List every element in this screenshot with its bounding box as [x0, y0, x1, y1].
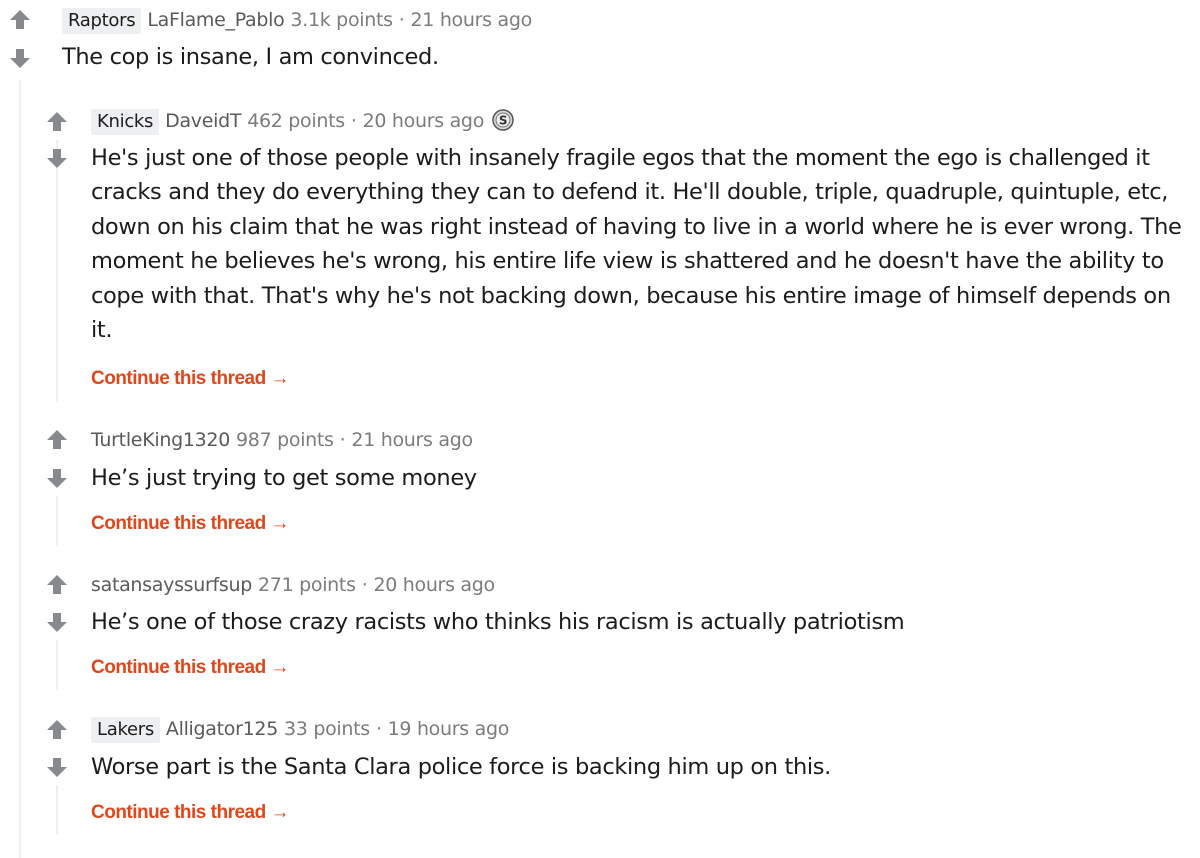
- points-count: 3.1k points: [290, 9, 393, 31]
- comment-meta: TurtleKing1320 987 points · 21 hours ago: [91, 426, 473, 454]
- continue-thread-link[interactable]: Continue this thread →: [91, 366, 290, 392]
- points-count: 987 points: [236, 429, 334, 451]
- timestamp[interactable]: 20 hours ago: [373, 574, 495, 596]
- comment-body: He’s one of those crazy racists who thin…: [91, 609, 905, 635]
- downvote-arrow-icon[interactable]: [45, 755, 69, 779]
- points-count: 271 points: [258, 574, 356, 596]
- author-name[interactable]: satansayssurfsup: [91, 574, 252, 596]
- comment-body: The cop is insane, I am convinced.: [62, 44, 439, 70]
- timestamp[interactable]: 21 hours ago: [351, 429, 473, 451]
- thread-line[interactable]: [56, 785, 58, 835]
- user-flair[interactable]: Knicks: [91, 109, 160, 135]
- downvote-arrow-icon[interactable]: [45, 610, 69, 634]
- separator: ·: [339, 429, 346, 451]
- silver-coin-icon[interactable]: S: [492, 109, 514, 131]
- separator: ·: [398, 9, 405, 31]
- user-flair[interactable]: Raptors: [62, 8, 142, 34]
- comment-body: He's just one of those people with insan…: [91, 145, 1182, 344]
- separator: ·: [375, 718, 382, 740]
- downvote-arrow-icon[interactable]: [8, 46, 32, 70]
- downvote-arrow-icon[interactable]: [45, 466, 69, 490]
- user-flair[interactable]: Lakers: [91, 717, 160, 743]
- author-name[interactable]: TurtleKing1320: [91, 429, 230, 451]
- timestamp[interactable]: 19 hours ago: [388, 718, 510, 740]
- upvote-arrow-icon[interactable]: [45, 573, 69, 597]
- continue-thread-link[interactable]: Continue this thread →: [91, 511, 290, 537]
- separator: ·: [361, 574, 368, 596]
- continue-thread-link[interactable]: Continue this thread →: [91, 800, 290, 826]
- downvote-arrow-icon[interactable]: [45, 146, 69, 170]
- points-count: 462 points: [247, 110, 345, 132]
- svg-text:S: S: [499, 114, 507, 128]
- comment-meta: Knicks DaveidT 462 points · 20 hours ago S: [91, 107, 514, 135]
- upvote-arrow-icon[interactable]: [45, 428, 69, 452]
- timestamp[interactable]: 21 hours ago: [411, 9, 533, 31]
- separator: ·: [350, 110, 357, 132]
- author-name[interactable]: LaFlame_Pablo: [147, 9, 284, 31]
- thread-line[interactable]: [56, 140, 58, 402]
- author-name[interactable]: DaveidT: [165, 110, 241, 132]
- comment-body: Worse part is the Santa Clara police for…: [91, 754, 831, 780]
- continue-thread-link[interactable]: Continue this thread →: [91, 655, 290, 681]
- comment-meta: Lakers Alligator125 33 points · 19 hours ago: [91, 715, 509, 743]
- author-name[interactable]: Alligator125: [166, 718, 278, 740]
- upvote-arrow-icon[interactable]: [8, 8, 32, 32]
- thread-line[interactable]: [56, 640, 58, 690]
- thread-line[interactable]: [19, 80, 21, 858]
- timestamp[interactable]: 20 hours ago: [363, 110, 485, 132]
- comment-meta: Raptors LaFlame_Pablo 3.1k points · 21 hours…: [62, 6, 532, 34]
- upvote-arrow-icon[interactable]: [45, 718, 69, 742]
- comment-body: He’s just trying to get some money: [91, 465, 477, 491]
- points-count: 33 points: [284, 718, 370, 740]
- thread-line[interactable]: [56, 496, 58, 546]
- upvote-arrow-icon[interactable]: [45, 110, 69, 134]
- comment-meta: satansayssurfsup 271 points · 20 hours ago: [91, 571, 495, 599]
